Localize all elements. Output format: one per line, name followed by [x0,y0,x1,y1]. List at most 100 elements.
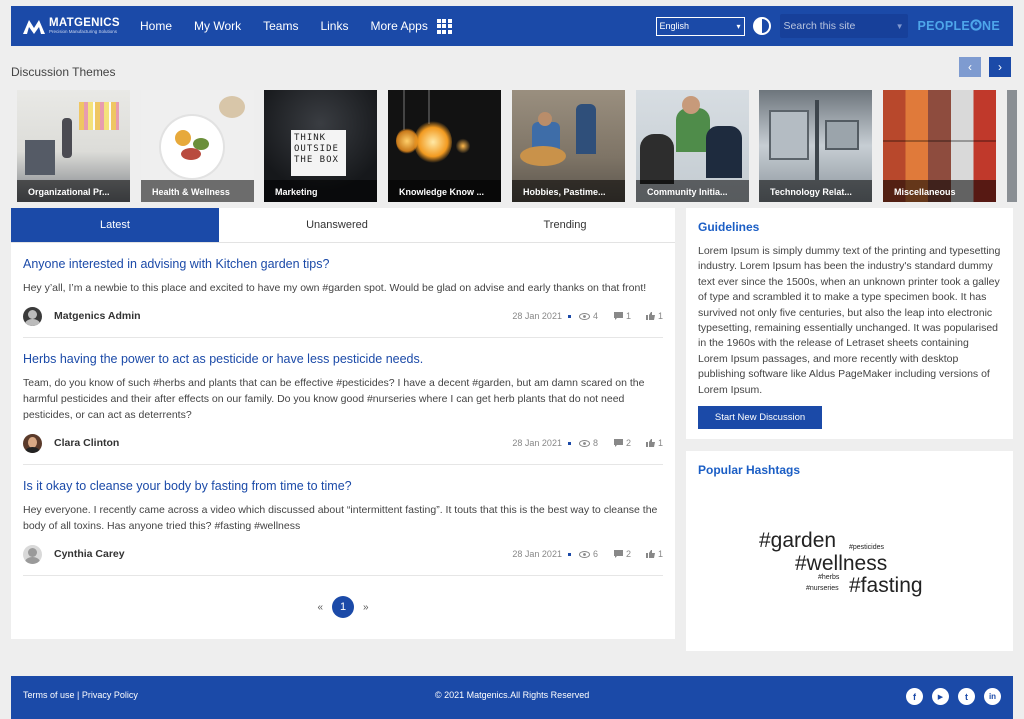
comment-icon [613,312,623,320]
theme-tile-organizational[interactable]: Organizational Pr... [17,90,130,202]
pager-prev[interactable]: « [317,602,323,613]
theme-tile-partial[interactable] [1007,90,1017,202]
footer-separator: | [74,690,82,700]
page-number-current[interactable]: 1 [332,596,354,618]
nav-links[interactable]: Links [320,19,348,33]
logo-tagline: Precision Manufacturing Solutions [49,29,118,34]
start-new-discussion-button[interactable]: Start New Discussion [698,406,822,430]
chevron-down-icon: ▾ [736,21,741,31]
nav-more-apps[interactable]: More Apps [370,19,427,33]
contrast-toggle-icon[interactable] [752,17,771,35]
site-search: ▼ [779,14,908,38]
theme-label: Miscellaneous [883,180,996,202]
hashtag-pesticides[interactable]: #pesticides [849,544,884,551]
comment-icon [613,550,623,558]
post-stats: 28 Jan 2021 4 1 1 [512,311,663,321]
tab-latest[interactable]: Latest [11,208,219,242]
top-header: MATGENICS Precision Manufacturing Soluti… [11,6,1013,46]
post-comments: 2 [625,549,631,559]
people-one-brand: PEOPLE NE [918,19,1000,33]
nav-my-work[interactable]: My Work [194,19,241,33]
theme-label: Marketing [264,180,377,202]
hashtag-wellness[interactable]: #wellness [795,552,887,576]
hashtags-card: Popular Hashtags #garden #pesticides #we… [686,451,1013,651]
eye-icon [578,439,590,447]
brand-ne: NE [982,19,1000,33]
privacy-link[interactable]: Privacy Policy [82,690,138,700]
post-title[interactable]: Anyone interested in advising with Kitch… [23,257,663,271]
pagination: « 1 » [11,596,675,618]
post-stats: 28 Jan 2021 6 2 1 [512,549,663,559]
theme-tile-miscellaneous[interactable]: Miscellaneous [883,90,996,202]
thumbs-up-icon[interactable] [645,550,655,558]
post-stats: 28 Jan 2021 8 2 1 [512,438,663,448]
main-nav: Home My Work Teams Links More Apps [140,18,452,34]
logo-name: MATGENICS [49,16,120,29]
youtube-icon[interactable]: ▶ [932,688,949,705]
guidelines-text: Lorem Ipsum is simply dummy text of the … [698,245,1001,396]
post-body: Hey everyone. I recently came across a v… [23,504,658,532]
discussions-panel: Latest Unanswered Trending Anyone intere… [11,208,675,639]
theme-tile-hobbies[interactable]: Hobbies, Pastime... [512,90,625,202]
theme-tile-community[interactable]: Community Initia... [636,90,749,202]
brand-people: PEOPLE [917,19,971,33]
hashtag-fasting[interactable]: #fasting [849,574,923,598]
search-input[interactable] [783,20,884,32]
grid-apps-icon[interactable] [436,18,452,34]
post-body: Hey y’all, I’m a newbie to this place an… [23,282,647,294]
comment-icon [613,439,623,447]
thumbs-up-icon[interactable] [645,312,655,320]
search-dropdown-icon[interactable]: ▼ [896,22,904,31]
guidelines-title: Guidelines [698,220,760,234]
avatar[interactable] [23,544,42,564]
discussion-post: Is it okay to cleanse your body by fasti… [23,465,663,576]
nav-teams[interactable]: Teams [263,19,298,33]
themes-carousel: Organizational Pr... Health & Wellness T… [17,90,1017,202]
post-views: 8 [592,438,598,448]
footer-links: Terms of use | Privacy Policy [23,690,138,700]
post-views: 4 [592,311,598,321]
hashtag-cloud: #garden #pesticides #wellness #herbs #nu… [686,451,1013,651]
theme-tile-health-wellness[interactable]: Health & Wellness [141,90,254,202]
linkedin-icon[interactable]: in [984,688,1001,705]
themes-next-button[interactable]: › [989,57,1011,77]
themes-prev-button[interactable]: ‹ [959,57,981,77]
avatar[interactable] [23,433,42,453]
pager-next[interactable]: » [363,602,369,613]
theme-label: Organizational Pr... [17,180,130,202]
language-select[interactable]: English ▾ [655,16,745,36]
post-likes: 1 [657,438,663,448]
theme-label: Community Initia... [636,180,749,202]
thumbs-up-icon[interactable] [645,439,655,447]
logo-mark-icon [23,20,45,34]
post-views: 6 [592,549,598,559]
theme-tile-technology[interactable]: Technology Relat... [759,90,872,202]
hashtag-garden[interactable]: #garden [759,529,836,553]
avatar[interactable] [23,306,42,326]
post-title[interactable]: Is it okay to cleanse your body by fasti… [23,479,663,493]
post-author[interactable]: Clara Clinton [54,437,119,449]
post-comments: 2 [625,438,631,448]
post-comments: 1 [625,311,631,321]
post-date: 28 Jan 2021 [512,549,562,559]
hashtag-herbs[interactable]: #herbs [818,574,839,581]
discussion-tabs: Latest Unanswered Trending [11,208,675,243]
twitter-icon[interactable]: t [958,688,975,705]
matgenics-logo[interactable]: MATGENICS Precision Manufacturing Soluti… [23,16,133,35]
theme-tile-knowledge[interactable]: Knowledge Know ... [388,90,501,202]
theme-label: Knowledge Know ... [388,180,501,202]
facebook-icon[interactable]: f [906,688,923,705]
terms-link[interactable]: Terms of use [23,690,75,700]
brand-o-icon [970,19,982,31]
tab-unanswered[interactable]: Unanswered [219,208,455,242]
theme-image [1007,90,1017,202]
footer: Terms of use | Privacy Policy © 2021 Mat… [11,676,1013,719]
tab-trending[interactable]: Trending [455,208,675,242]
post-likes: 1 [657,549,663,559]
hashtag-nurseries[interactable]: #nurseries [806,585,839,592]
theme-tile-marketing[interactable]: THINK OUTSIDE THE BOX Marketing [264,90,377,202]
post-author[interactable]: Matgenics Admin [54,310,141,322]
post-author[interactable]: Cynthia Carey [54,548,125,560]
nav-home[interactable]: Home [140,19,172,33]
post-title[interactable]: Herbs having the power to act as pestici… [23,352,663,366]
